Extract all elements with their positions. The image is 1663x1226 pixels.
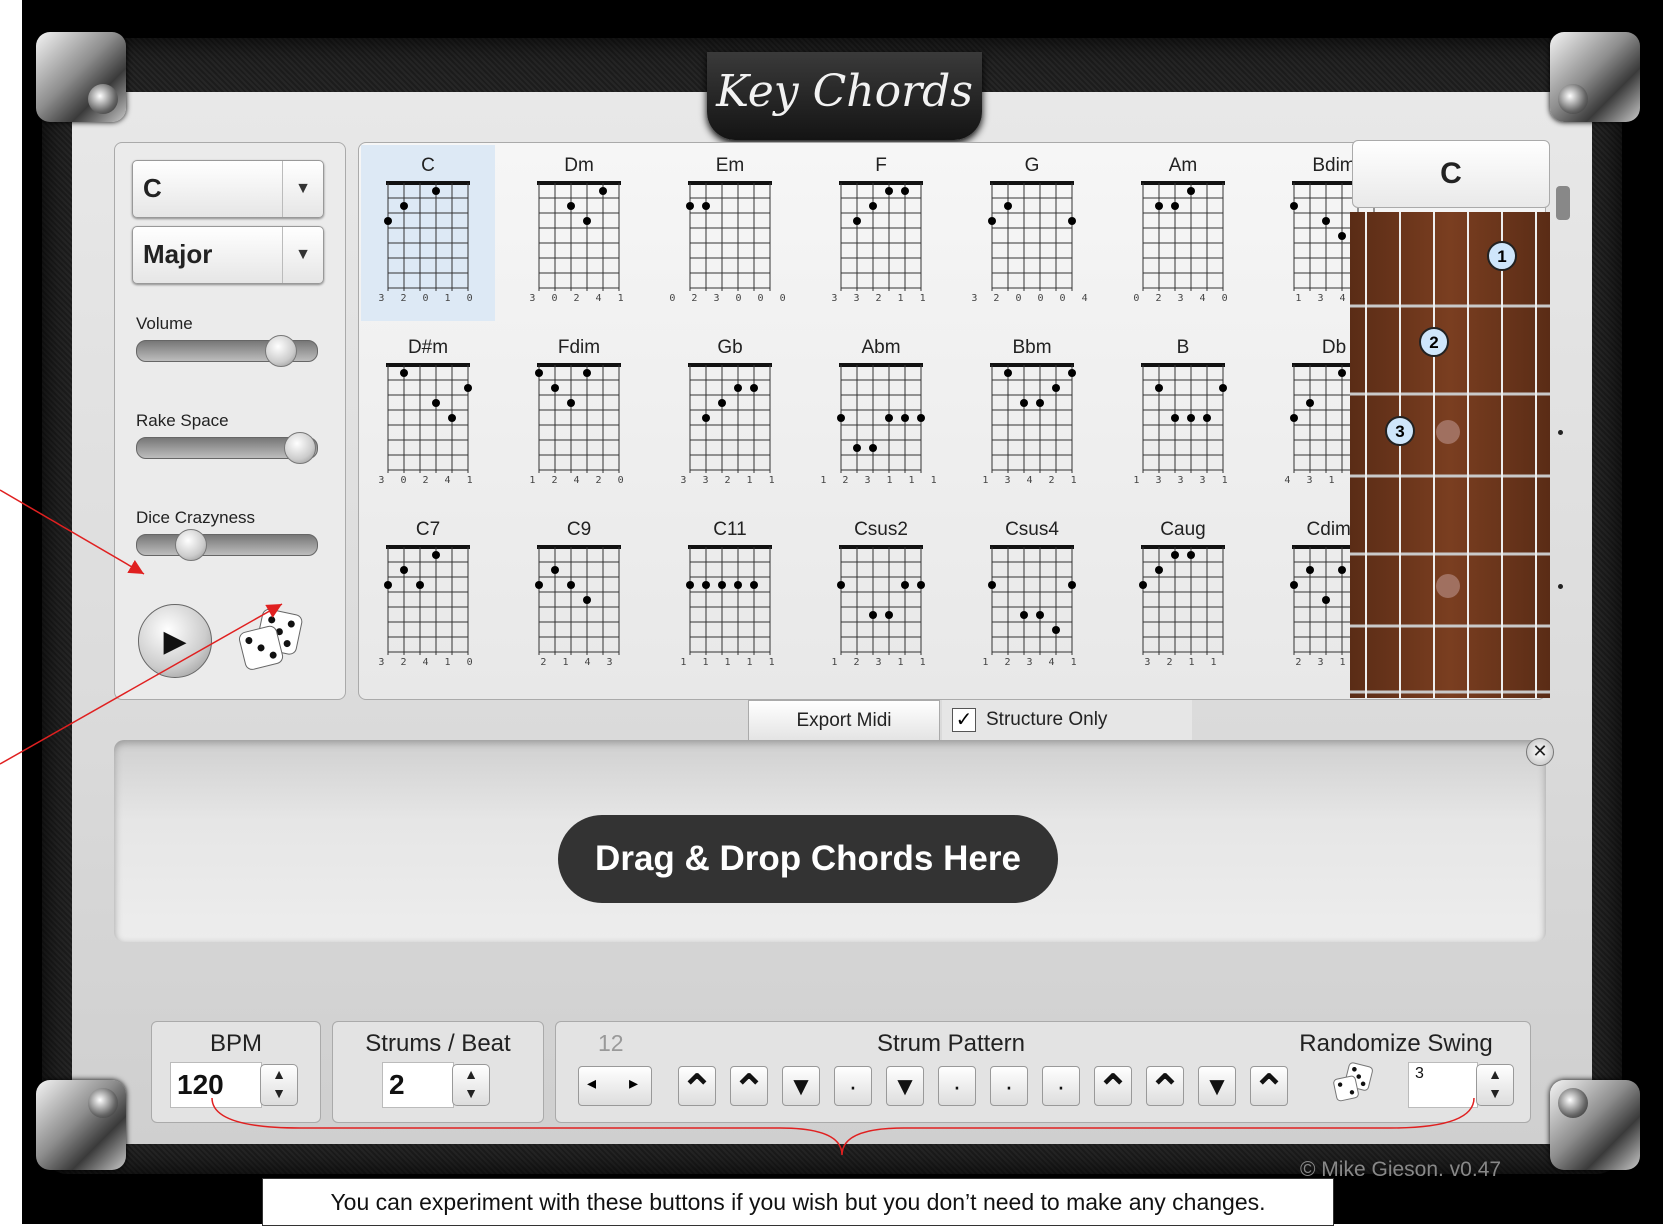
annotation-layer [0,489,1475,1156]
annotation-arrow [0,489,145,575]
instruction-note: You can experiment with these buttons if… [262,1178,1334,1226]
annotation-arrow [0,603,283,765]
annotation-brace [211,1097,1475,1156]
